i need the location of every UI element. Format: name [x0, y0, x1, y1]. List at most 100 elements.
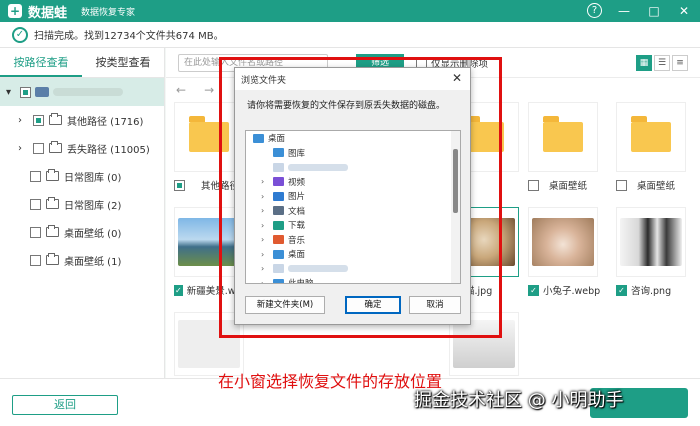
folder-tree-label: 下载: [288, 221, 306, 232]
office-photo: [620, 218, 682, 266]
folder-tree-node[interactable]: › 文档: [246, 204, 460, 219]
app-subtitle: 数据恢复专家: [81, 7, 136, 18]
sidebar-item-wallpaper-1[interactable]: 桌面壁纸 (1): [0, 246, 164, 274]
list-view-icon[interactable]: ☰: [654, 55, 670, 71]
file-item-wallpaper[interactable]: 桌面壁纸: [528, 102, 606, 192]
detail-view-icon[interactable]: ≡: [672, 55, 688, 71]
help-icon[interactable]: ?: [587, 3, 602, 18]
item-checkbox[interactable]: [33, 114, 44, 126]
chevron-right-icon[interactable]: ›: [18, 143, 28, 154]
chevron-right-icon[interactable]: ›: [261, 279, 269, 283]
folder-tree-node[interactable]: › 此电脑: [246, 276, 460, 283]
chevron-right-icon[interactable]: ›: [261, 177, 269, 186]
item-checkbox[interactable]: [30, 254, 41, 266]
folder-tree-label: 桌面: [288, 250, 306, 261]
folder-tree-node[interactable]: › 桌面: [246, 247, 460, 262]
item-checkbox[interactable]: [30, 198, 41, 210]
file-name: 桌面壁纸: [637, 181, 676, 192]
chevron-right-icon[interactable]: ›: [261, 264, 269, 273]
folder-tree-node[interactable]: › 下载: [246, 218, 460, 233]
folder-tree-label: 文档: [288, 206, 306, 217]
folder-tree-label: [288, 163, 348, 171]
sidebar: 按路径查看 按类型查看 ▾ › 其他路径 (1716) › 丢失路径 (1100…: [0, 48, 165, 378]
folder-tree-node[interactable]: › 图片: [246, 189, 460, 204]
folder-icon: [273, 148, 284, 158]
folder-icon: [46, 197, 59, 209]
tree-scrollbar[interactable]: [451, 131, 460, 283]
sidebar-item-daily-gallery-2[interactable]: 日常图库 (2): [0, 190, 164, 218]
sidebar-item-label: 桌面壁纸 (1): [64, 256, 122, 268]
item-checkbox[interactable]: [33, 142, 44, 154]
file-label-row: 桌面壁纸: [528, 178, 606, 192]
sidebar-item-wallpaper-0[interactable]: 桌面壁纸 (0): [0, 218, 164, 246]
back-button[interactable]: 返回: [12, 395, 118, 415]
minimize-icon[interactable]: —: [616, 3, 632, 19]
chevron-right-icon[interactable]: ›: [261, 192, 269, 201]
item-checkbox[interactable]: ✓: [528, 284, 539, 296]
folder-icon: [273, 191, 284, 201]
watermark-text: 掘金技术社区 @ 小明助手: [414, 390, 624, 411]
folder-tree-node[interactable]: ›: [246, 262, 460, 277]
plus-icon: +: [8, 4, 22, 18]
view-tabs: 按路径查看 按类型查看: [0, 48, 164, 78]
app-logo: + 数据蛙: [8, 2, 67, 21]
dialog-title: 浏览文件夹: [241, 75, 287, 86]
file-thumb[interactable]: [528, 207, 598, 277]
item-checkbox[interactable]: [528, 179, 539, 191]
close-icon[interactable]: ✕: [676, 3, 692, 19]
root-checkbox[interactable]: [20, 86, 31, 98]
file-thumb[interactable]: [616, 102, 686, 172]
folder-tree-label: 视频: [288, 177, 306, 188]
folder-tree-node[interactable]: › 音乐: [246, 233, 460, 248]
folder-tree-node[interactable]: 图库: [246, 146, 460, 161]
folder-icon: [273, 264, 284, 274]
file-thumb[interactable]: [616, 207, 686, 277]
ok-button[interactable]: 确定: [345, 296, 401, 314]
scan-status-text: 扫描完成。找到12734个文件共674 MB。: [34, 31, 224, 42]
close-icon[interactable]: ✕: [452, 71, 462, 85]
chevron-down-icon[interactable]: ▾: [6, 87, 16, 98]
file-item-wallpaper[interactable]: 桌面壁纸: [616, 102, 694, 192]
sidebar-item-other-paths[interactable]: › 其他路径 (1716): [0, 106, 164, 134]
folder-tree-node[interactable]: 桌面: [246, 131, 460, 146]
scroll-thumb[interactable]: [453, 149, 458, 213]
sidebar-item-label: 丢失路径 (11005): [67, 144, 150, 156]
maximize-icon[interactable]: □: [646, 3, 662, 19]
cancel-button[interactable]: 取消: [409, 296, 461, 314]
folder-tree-node[interactable]: [246, 160, 460, 175]
file-thumb[interactable]: [528, 102, 598, 172]
chevron-right-icon[interactable]: ›: [261, 221, 269, 230]
rabbit-photo: [532, 218, 594, 266]
item-checkbox[interactable]: ✓: [616, 284, 627, 296]
chevron-right-icon[interactable]: ›: [18, 115, 28, 126]
sidebar-item-lost-paths[interactable]: › 丢失路径 (11005): [0, 134, 164, 162]
file-item-rabbit[interactable]: ✓ 小兔子.webp: [528, 207, 606, 297]
folder-icon: [46, 225, 59, 237]
annotation-caption: 在小窗选择恢复文件的存放位置: [218, 372, 443, 391]
grid-view-icon[interactable]: ▦: [636, 55, 652, 71]
item-checkbox[interactable]: [616, 179, 627, 191]
tree-root[interactable]: ▾: [0, 78, 164, 106]
file-name: 咨询.png: [631, 286, 672, 297]
chevron-right-icon[interactable]: ›: [261, 250, 269, 259]
back-arrow-icon[interactable]: ←: [176, 83, 186, 97]
sidebar-item-daily-gallery-0[interactable]: 日常图库 (0): [0, 162, 164, 190]
tab-by-path[interactable]: 按路径查看: [0, 48, 82, 77]
item-checkbox[interactable]: [30, 226, 41, 238]
folder-icon: [273, 220, 284, 230]
folder-tree-node[interactable]: › 视频: [246, 175, 460, 190]
folder-tree-label: 图片: [288, 192, 306, 203]
item-checkbox[interactable]: [174, 179, 185, 191]
item-checkbox[interactable]: ✓: [174, 284, 183, 296]
dialog-title-bar: 浏览文件夹 ✕: [235, 68, 470, 90]
tab-by-type[interactable]: 按类型查看: [82, 48, 164, 77]
folder-icon: [273, 206, 284, 216]
file-label-row: 桌面壁纸: [616, 178, 694, 192]
file-item-consult[interactable]: ✓ 咨询.png: [616, 207, 694, 297]
forward-arrow-icon[interactable]: →: [204, 83, 214, 97]
folder-tree-label: 音乐: [288, 235, 306, 246]
item-checkbox[interactable]: [30, 170, 41, 182]
chevron-right-icon[interactable]: ›: [261, 206, 269, 215]
new-folder-button[interactable]: 新建文件夹(M): [245, 296, 325, 314]
chevron-right-icon[interactable]: ›: [261, 235, 269, 244]
